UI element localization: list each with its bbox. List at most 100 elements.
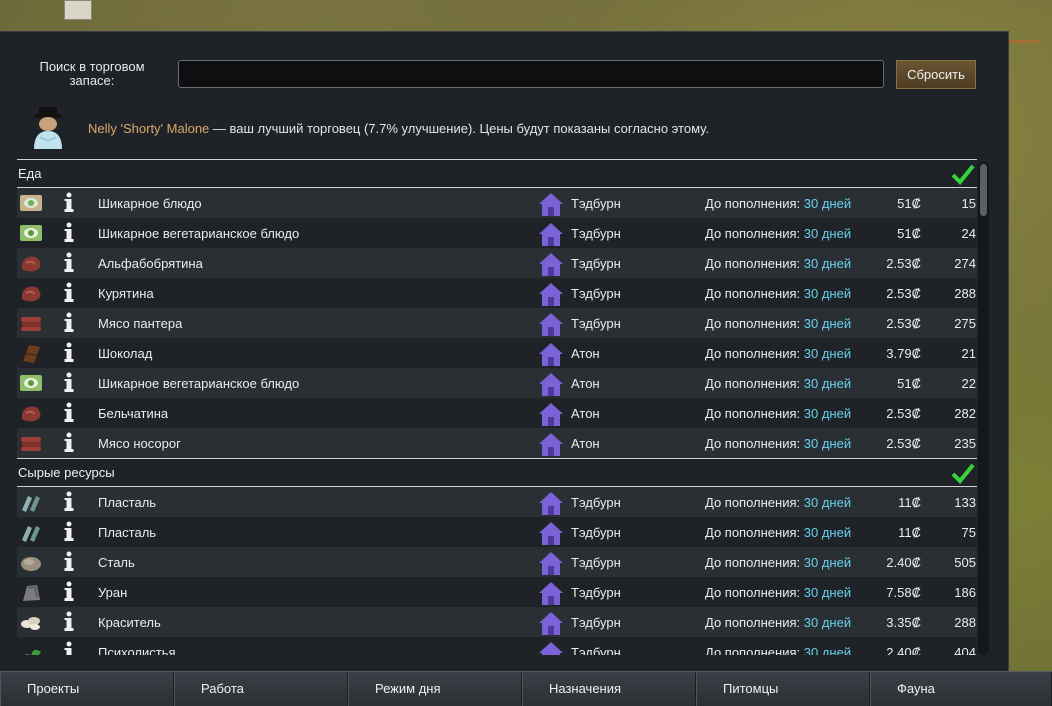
category-header[interactable]: Сырые ресурсы (17, 458, 977, 487)
item-name: Психолистья (98, 645, 176, 655)
info-icon[interactable] (63, 252, 75, 274)
info-icon[interactable] (63, 312, 75, 334)
check-icon[interactable] (951, 163, 975, 185)
check-icon[interactable] (951, 462, 975, 484)
trade-row[interactable]: Пласталь Тэдбурн До пополнения: 30 дней 11₡… (17, 487, 977, 517)
negotiator-message: — ваш лучший торговец (7.7% улучшение). … (209, 121, 709, 136)
item-price: 3.35₡ (886, 615, 921, 630)
category-header[interactable]: Еда (17, 159, 977, 188)
bottom-tab[interactable]: Проекты (0, 672, 174, 706)
info-icon[interactable] (63, 282, 75, 304)
item-price: 51₡ (897, 226, 921, 241)
reset-button[interactable]: Сбросить (896, 60, 976, 89)
house-icon (539, 522, 563, 545)
trade-row[interactable]: Шикарное вегетарианское блюдо Атон До попо… (17, 368, 977, 398)
item-price: 3.79₡ (886, 346, 921, 361)
item-price: 51₡ (897, 196, 921, 211)
restock-days: 30 дней (803, 256, 852, 271)
dye-icon (21, 617, 40, 630)
item-quantity: 288 (954, 615, 976, 630)
restock-info: До пополнения: 30 дней (705, 555, 852, 570)
info-icon[interactable] (63, 192, 75, 214)
house-icon (539, 313, 563, 336)
trade-list[interactable]: Еда Шикарное блюдо Тэдбурн До пополнения: 3… (17, 159, 977, 655)
origin-name: Тэдбурн (571, 495, 621, 510)
trade-window: Поиск в торговом запасе: Сбросить Nelly … (0, 31, 1009, 671)
item-quantity: 288 (954, 286, 976, 301)
house-icon (539, 433, 563, 456)
uranium-icon (23, 585, 40, 601)
plasteel-icon (22, 496, 40, 512)
item-name: Шикарное блюдо (98, 196, 202, 211)
house-icon (539, 193, 563, 216)
item-name: Уран (98, 585, 128, 600)
bottom-tab[interactable]: Назначения (522, 672, 696, 706)
info-icon[interactable] (63, 641, 75, 655)
item-name: Сталь (98, 555, 135, 570)
bottom-tab[interactable]: Режим дня (348, 672, 522, 706)
map-structure (64, 0, 92, 20)
origin-name: Тэдбурн (571, 525, 621, 540)
info-icon[interactable] (63, 611, 75, 633)
list-scrollbar-thumb[interactable] (980, 164, 987, 216)
restock-days: 30 дней (803, 376, 852, 391)
restock-days: 30 дней (803, 196, 852, 211)
item-quantity: 404 (954, 645, 976, 655)
trade-row[interactable]: Бельчатина Атон До пополнения: 30 дней 2.53… (17, 398, 977, 428)
item-quantity: 22 (961, 376, 976, 391)
trade-row[interactable]: Шоколад Атон До пополнения: 30 дней 3.79₡ 21 (17, 338, 977, 368)
info-icon[interactable] (63, 372, 75, 394)
trade-row[interactable]: Психолистья Тэдбурн До пополнения: 30 дней… (17, 637, 977, 655)
info-icon[interactable] (63, 551, 75, 573)
trade-row[interactable]: Краситель Тэдбурн До пополнения: 30 дней 3.… (17, 607, 977, 637)
restock-days: 30 дней (803, 555, 852, 570)
restock-info: До пополнения: 30 дней (705, 196, 852, 211)
origin-name: Тэдбурн (571, 585, 621, 600)
info-icon[interactable] (63, 402, 75, 424)
trade-row[interactable]: Альфабобрятина Тэдбурн До пополнения: 30 д… (17, 248, 977, 278)
item-name: Мясо носорог (98, 436, 181, 451)
item-price: 2.53₡ (886, 436, 921, 451)
origin-name: Атон (571, 346, 600, 361)
info-icon[interactable] (63, 342, 75, 364)
item-price: 2.40₡ (886, 555, 921, 570)
item-price: 7.58₡ (886, 585, 921, 600)
trade-row[interactable]: Шикарное вегетарианское блюдо Тэдбурн До п… (17, 218, 977, 248)
info-icon[interactable] (63, 222, 75, 244)
item-name: Краситель (98, 615, 161, 630)
fine-veg-meal-icon (20, 225, 42, 241)
search-input[interactable] (178, 60, 884, 88)
category-label: Еда (18, 166, 42, 181)
restock-days: 30 дней (803, 585, 852, 600)
trade-row[interactable]: Уран Тэдбурн До пополнения: 30 дней 7.58₡ 18… (17, 577, 977, 607)
restock-info: До пополнения: 30 дней (705, 226, 852, 241)
fine-veg-meal-icon (20, 375, 42, 391)
info-icon[interactable] (63, 432, 75, 454)
bottom-tab[interactable]: Работа (174, 672, 348, 706)
bottom-tab[interactable]: Питомцы (696, 672, 870, 706)
house-icon (539, 253, 563, 276)
bottom-tab[interactable]: Фауна (870, 672, 1052, 706)
item-name: Пласталь (98, 525, 157, 540)
list-scrollbar[interactable] (978, 162, 989, 655)
origin-name: Тэдбурн (571, 286, 621, 301)
info-icon[interactable] (63, 491, 75, 513)
item-quantity: 235 (954, 436, 976, 451)
plasteel-icon (22, 526, 40, 542)
origin-name: Атон (571, 436, 600, 451)
house-icon (539, 223, 563, 246)
trade-row[interactable]: Курятина Тэдбурн До пополнения: 30 дней 2.5… (17, 278, 977, 308)
restock-info: До пополнения: 30 дней (705, 256, 852, 271)
trade-row[interactable]: Мясо пантера Тэдбурн До пополнения: 30 дне… (17, 308, 977, 338)
trade-row[interactable]: Сталь Тэдбурн До пополнения: 30 дней 2.40₡ 5… (17, 547, 977, 577)
meat-icon (21, 406, 41, 422)
info-icon[interactable] (63, 521, 75, 543)
info-icon[interactable] (63, 581, 75, 603)
trade-row[interactable]: Мясо носорог Атон До пополнения: 30 дней 2.… (17, 428, 977, 458)
trade-row[interactable]: Шикарное блюдо Тэдбурн До пополнения: 30 д… (17, 188, 977, 218)
house-icon (539, 283, 563, 306)
category-label: Сырые ресурсы (18, 465, 115, 480)
trade-row[interactable]: Пласталь Тэдбурн До пополнения: 30 дней 11₡… (17, 517, 977, 547)
item-name: Альфабобрятина (98, 256, 203, 271)
meat-icon (21, 256, 41, 272)
